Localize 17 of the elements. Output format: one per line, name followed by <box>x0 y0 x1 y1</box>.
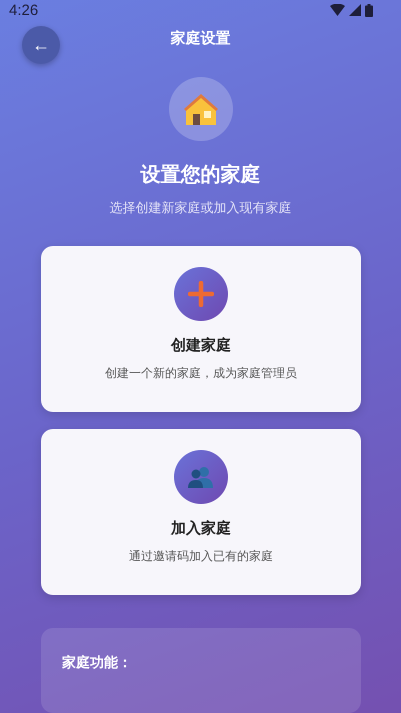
wifi-icon <box>330 4 345 16</box>
option-description: 创建一个新的家庭，成为家庭管理员 <box>105 364 297 382</box>
hero-title: 设置您的家庭 <box>140 160 260 188</box>
option-card[interactable]: 创建家庭 创建一个新的家庭，成为家庭管理员 <box>41 246 361 412</box>
option-description: 通过邀请码加入已有的家庭 <box>129 548 273 565</box>
page-title: 家庭设置 <box>170 29 230 48</box>
people-icon <box>188 466 214 488</box>
back-button[interactable]: ← <box>22 26 60 64</box>
option-title: 创建家庭 <box>171 336 231 355</box>
option-card[interactable]: 加入家庭 通过邀请码加入已有的家庭 <box>41 428 361 595</box>
status-time: 4:26 <box>9 2 38 19</box>
hero-subtitle: 选择创建新家庭或加入现有家庭 <box>110 200 292 217</box>
option-title: 加入家庭 <box>171 518 231 538</box>
signal-icon <box>349 4 361 16</box>
battery-icon <box>365 4 373 17</box>
features-title: 家庭功能： <box>62 654 132 671</box>
plus-icon <box>188 280 214 307</box>
